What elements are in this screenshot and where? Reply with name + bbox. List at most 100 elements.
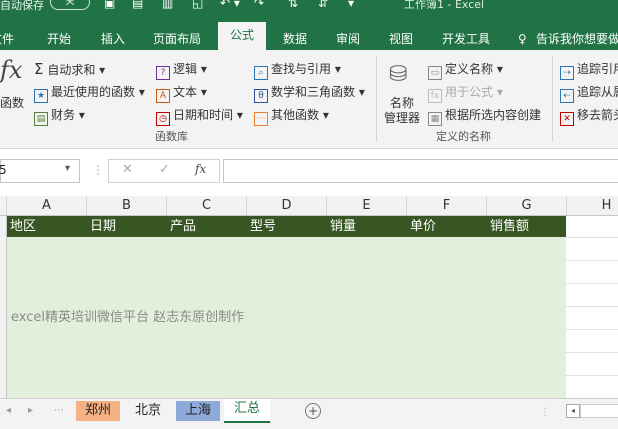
trace-precedents-button[interactable]: ⇢追踪引用 bbox=[560, 60, 618, 80]
quick-access-menu-icon[interactable]: ▾ bbox=[348, 0, 354, 10]
logical-label: 逻辑 bbox=[173, 62, 198, 76]
name-box[interactable]: 5 ▾ bbox=[0, 159, 80, 183]
header-model[interactable]: 型号 bbox=[247, 216, 276, 237]
table-header-row: 地区 日期 产品 型号 销量 单价 销售额 bbox=[7, 216, 566, 237]
quick-print-icon[interactable]: ▤ bbox=[132, 0, 143, 10]
datetime-button[interactable]: ◷ 日期和时间 ▾ bbox=[156, 106, 243, 126]
tab-split-icon[interactable]: ⋮ bbox=[540, 407, 550, 418]
logical-icon: ? bbox=[156, 66, 170, 80]
formula-bar: 5 ▾ ⋮ ✕ ✓ fx bbox=[0, 149, 618, 193]
header-sales-amount[interactable]: 销售额 bbox=[487, 216, 529, 237]
add-sheet-icon[interactable]: + bbox=[305, 403, 321, 419]
insert-function-fx-icon[interactable]: fx bbox=[195, 162, 206, 176]
recent-functions-button[interactable]: ★ 最近使用的函数 ▾ bbox=[34, 83, 145, 103]
lookup-label: 查找与引用 bbox=[271, 62, 332, 76]
formula-bar-grip-icon[interactable]: ⋮ bbox=[92, 163, 104, 177]
sort-desc-icon[interactable]: ⇵ bbox=[318, 0, 328, 10]
tab-review[interactable]: 审阅 bbox=[336, 28, 360, 50]
worksheet-grid[interactable]: 地区 日期 产品 型号 销量 单价 销售额 excel精英培训微信平台 赵志东原… bbox=[0, 216, 618, 398]
tell-me-search[interactable]: 告诉我你想要做什么 bbox=[536, 28, 618, 50]
redo-icon[interactable]: ↷ bbox=[254, 0, 264, 10]
horizontal-scrollbar[interactable] bbox=[580, 404, 618, 418]
use-in-formula-button[interactable]: fx 用于公式 ▾ bbox=[428, 83, 503, 103]
hscroll-left-icon[interactable]: ◂ bbox=[566, 404, 580, 418]
sheet-tab-beijing[interactable]: 北京 bbox=[126, 401, 170, 421]
sheet-tab-bar: ◂ ▸ ⋯ 郑州 北京 上海 汇总 + ⋮ ◂ bbox=[0, 398, 618, 429]
insert-function-label[interactable]: 函数 bbox=[0, 94, 24, 111]
financial-icon: ▤ bbox=[34, 112, 48, 126]
select-all-corner[interactable] bbox=[0, 196, 7, 215]
name-manager-icon[interactable]: ⛁ bbox=[389, 62, 407, 87]
grid-line bbox=[566, 352, 618, 353]
trace-dependents-button[interactable]: ⇠追踪从属 bbox=[560, 83, 618, 103]
create-from-selection-button[interactable]: ▦ 根据所选内容创建 bbox=[428, 106, 541, 126]
grid-line bbox=[566, 375, 618, 376]
more-sheets-icon[interactable]: ⋯ bbox=[54, 405, 64, 416]
lookup-button[interactable]: ⌕ 查找与引用 ▾ bbox=[254, 60, 341, 80]
formula-input[interactable] bbox=[223, 159, 618, 183]
more-functions-button[interactable]: ⋯ 其他函数 ▾ bbox=[254, 106, 329, 126]
tab-file[interactable]: 文件 bbox=[0, 28, 14, 50]
column-header-f[interactable]: F bbox=[407, 196, 487, 215]
header-quantity[interactable]: 销量 bbox=[327, 216, 356, 237]
tab-data[interactable]: 数据 bbox=[283, 28, 307, 50]
name-box-value: 5 bbox=[0, 163, 7, 177]
header-date[interactable]: 日期 bbox=[87, 216, 116, 237]
lookup-icon: ⌕ bbox=[254, 66, 268, 80]
formula-buttons: ✕ ✓ fx bbox=[108, 159, 220, 183]
document-title: 工作簿1 - Excel bbox=[404, 0, 485, 11]
autosum-button[interactable]: Σ 自动求和 ▾ bbox=[34, 60, 105, 78]
row-header-column[interactable] bbox=[0, 216, 7, 398]
header-region[interactable]: 地区 bbox=[7, 216, 36, 237]
star-icon: ★ bbox=[34, 89, 48, 103]
use-in-formula-icon: fx bbox=[428, 89, 442, 103]
scroll-left-icon[interactable]: ◂ bbox=[6, 405, 11, 416]
insert-function-icon[interactable]: fx bbox=[0, 56, 22, 84]
tab-insert[interactable]: 插入 bbox=[101, 28, 125, 50]
remove-arrows-button[interactable]: ✕移去箭头 bbox=[560, 106, 618, 126]
ribbon-tab-row: 文件 开始 插入 页面布局 公式 数据 审阅 视图 开发工具 ♀ 告诉我你想要做… bbox=[0, 14, 618, 50]
grid-line bbox=[566, 306, 618, 307]
column-header-a[interactable]: A bbox=[7, 196, 87, 215]
name-manager-label-2[interactable]: 管理器 bbox=[384, 109, 420, 126]
sheet-tab-shanghai[interactable]: 上海 bbox=[176, 401, 220, 421]
clock-icon: ◷ bbox=[156, 112, 170, 126]
sheet-tab-summary[interactable]: 汇总 bbox=[224, 399, 270, 423]
column-header-d[interactable]: D bbox=[247, 196, 327, 215]
tab-page-layout[interactable]: 页面布局 bbox=[153, 28, 201, 50]
define-name-button[interactable]: ▭ 定义名称 ▾ bbox=[428, 60, 503, 80]
text-button[interactable]: A 文本 ▾ bbox=[156, 83, 207, 103]
name-box-dropdown-icon[interactable]: ▾ bbox=[65, 163, 70, 174]
save-icon[interactable]: ▣ bbox=[104, 0, 115, 10]
sort-icon[interactable]: ⇅ bbox=[288, 0, 298, 10]
math-button[interactable]: θ 数学和三角函数 ▾ bbox=[254, 83, 365, 103]
cancel-icon[interactable]: ✕ bbox=[122, 162, 133, 177]
header-product[interactable]: 产品 bbox=[167, 216, 196, 237]
tab-home[interactable]: 开始 bbox=[47, 28, 71, 50]
logical-button[interactable]: ? 逻辑 ▾ bbox=[156, 60, 207, 80]
financial-button[interactable]: ▤ 财务 ▾ bbox=[34, 106, 85, 126]
tab-developer[interactable]: 开发工具 bbox=[442, 28, 490, 50]
column-header-b[interactable]: B bbox=[87, 196, 167, 215]
grid-line bbox=[566, 283, 618, 284]
define-name-icon: ▭ bbox=[428, 66, 442, 80]
column-header-g[interactable]: G bbox=[487, 196, 567, 215]
more-functions-icon: ⋯ bbox=[254, 112, 268, 126]
column-header-c[interactable]: C bbox=[167, 196, 247, 215]
preview-icon[interactable]: ◱ bbox=[192, 0, 203, 10]
header-unit-price[interactable]: 单价 bbox=[407, 216, 436, 237]
more-functions-label: 其他函数 bbox=[271, 108, 320, 122]
column-header-e[interactable]: E bbox=[327, 196, 407, 215]
tab-view[interactable]: 视图 bbox=[389, 28, 413, 50]
print-preview-icon[interactable]: ▥ bbox=[162, 0, 173, 10]
enter-icon[interactable]: ✓ bbox=[159, 162, 170, 177]
undo-icon[interactable]: ↶ ▾ bbox=[220, 0, 240, 10]
autosave-toggle[interactable]: 关 bbox=[50, 0, 90, 10]
remove-arrows-label: 移去箭头 bbox=[577, 108, 618, 122]
sheet-tab-zhengzhou[interactable]: 郑州 bbox=[76, 401, 120, 421]
column-header-row: A B C D E F G H bbox=[0, 196, 618, 216]
scroll-right-icon[interactable]: ▸ bbox=[28, 405, 33, 416]
column-header-h[interactable]: H bbox=[567, 196, 618, 215]
tab-formulas[interactable]: 公式 bbox=[218, 22, 267, 50]
grid-line bbox=[566, 329, 618, 330]
